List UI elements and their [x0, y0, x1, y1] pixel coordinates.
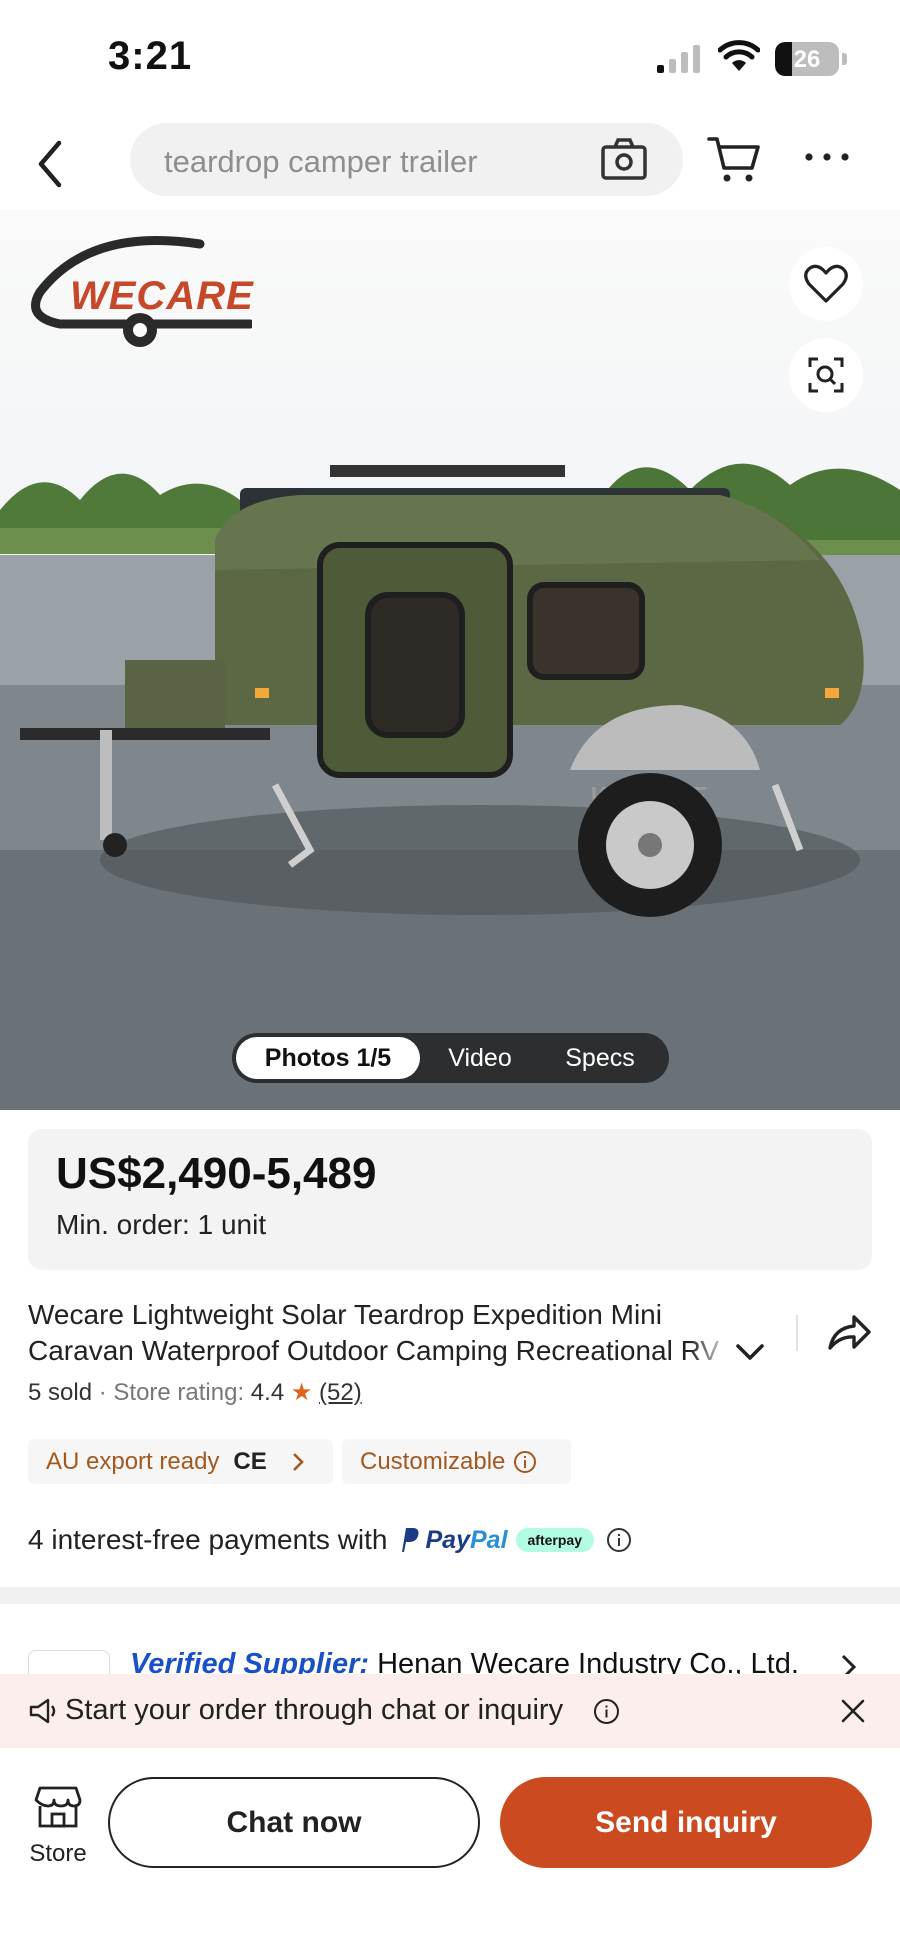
star-icon: ★	[290, 1379, 313, 1406]
info-icon[interactable]	[593, 1698, 620, 1725]
tag-label: AU export ready	[46, 1447, 220, 1475]
battery-indicator: 26	[775, 42, 839, 76]
share-icon[interactable]	[826, 1310, 872, 1356]
au-export-tag[interactable]: AU export ready CE	[28, 1439, 333, 1484]
payment-options[interactable]: 4 interest-free payments with Pay Pal aft…	[28, 1520, 632, 1560]
supplier-info: Verified Supplier: Henan Wecare Industry…	[130, 1648, 799, 1674]
verified-supplier-label: Verified Supplier:	[130, 1648, 370, 1674]
info-icon[interactable]	[606, 1527, 632, 1553]
favorite-button[interactable]	[789, 247, 863, 321]
order-notice-banner: Start your order through chat or inquiry	[0, 1674, 900, 1748]
media-tabs: Photos 1/5 Video Specs	[232, 1033, 669, 1083]
rating-count-link[interactable]: (52)	[319, 1379, 362, 1406]
battery-percent: 26	[793, 46, 821, 73]
store-rating-label: Store rating:	[113, 1379, 245, 1406]
back-chevron-icon	[38, 140, 62, 188]
store-icon	[34, 1786, 82, 1828]
supplier-name: Henan Wecare Industry Co., Ltd.	[377, 1648, 799, 1674]
notice-text: Start your order through chat or inquiry	[65, 1694, 564, 1726]
chevron-right-icon	[292, 1452, 304, 1471]
send-inquiry-button[interactable]: Send inquiry	[500, 1777, 872, 1868]
price-card: US$2,490-5,489 Min. order: 1 unit	[28, 1129, 872, 1270]
paypal-logo: Pay Pal	[398, 1526, 508, 1555]
tab-photos[interactable]: Photos 1/5	[236, 1037, 420, 1079]
store-button[interactable]: Store	[20, 1784, 96, 1874]
price-range: US$2,490-5,489	[56, 1149, 377, 1198]
supplier-logo	[28, 1650, 110, 1674]
sales-rating-row: 5 sold · Store rating: 4.4 ★ (52)	[28, 1378, 362, 1407]
cellular-signal-icon	[657, 45, 700, 73]
search-header: teardrop camper trailer	[0, 120, 900, 210]
paypal-word-2: Pal	[469, 1525, 508, 1554]
paypal-word-1: Pay	[425, 1525, 470, 1554]
megaphone-icon	[29, 1698, 56, 1724]
meta-separator: ·	[98, 1379, 114, 1406]
bottom-action-bar: Store Chat now Send inquiry	[0, 1748, 900, 1947]
tab-video[interactable]: Video	[420, 1037, 540, 1079]
supplier-row[interactable]: Verified Supplier: Henan Wecare Industry…	[0, 1604, 900, 1674]
product-title[interactable]: Wecare Lightweight Solar Teardrop Expedi…	[28, 1297, 758, 1369]
status-time: 3:21	[108, 34, 193, 78]
back-button[interactable]	[22, 128, 78, 200]
status-bar: 3:21 26	[0, 0, 900, 120]
heart-icon	[804, 264, 848, 303]
wifi-icon	[718, 40, 760, 71]
section-separator	[0, 1587, 900, 1604]
tag-label: Customizable	[360, 1447, 506, 1475]
tab-specs[interactable]: Specs	[540, 1037, 660, 1079]
store-label: Store	[29, 1840, 87, 1867]
battery-tip	[842, 53, 847, 65]
sold-count: 5 sold	[28, 1379, 93, 1406]
info-icon	[514, 1450, 537, 1473]
ce-mark: CE	[233, 1447, 267, 1475]
cart-icon[interactable]	[706, 130, 762, 186]
product-image-gallery[interactable]: WECARE WECARE Photos	[0, 210, 900, 1110]
chevron-down-icon[interactable]	[732, 1336, 768, 1368]
paypal-p-icon	[401, 1528, 418, 1552]
search-input[interactable]: teardrop camper trailer	[130, 123, 683, 196]
close-icon[interactable]	[840, 1698, 866, 1724]
min-order: Min. order: 1 unit	[56, 1209, 267, 1240]
afterpay-badge: afterpay	[515, 1528, 594, 1552]
search-query: teardrop camper trailer	[164, 144, 478, 179]
payments-text: 4 interest-free payments with	[28, 1524, 388, 1555]
image-search-button[interactable]	[789, 338, 863, 412]
customizable-tag[interactable]: Customizable	[342, 1439, 571, 1484]
chevron-right-icon	[841, 1654, 857, 1674]
logo-text: WECARE	[70, 274, 254, 318]
more-dots-icon[interactable]	[800, 142, 854, 172]
store-rating-value: 4.4	[250, 1379, 285, 1406]
image-search-icon	[808, 357, 844, 393]
brand-logo: WECARE	[30, 232, 255, 372]
chat-now-button[interactable]: Chat now	[108, 1777, 480, 1868]
camera-icon[interactable]	[600, 137, 648, 183]
divider	[796, 1315, 798, 1351]
